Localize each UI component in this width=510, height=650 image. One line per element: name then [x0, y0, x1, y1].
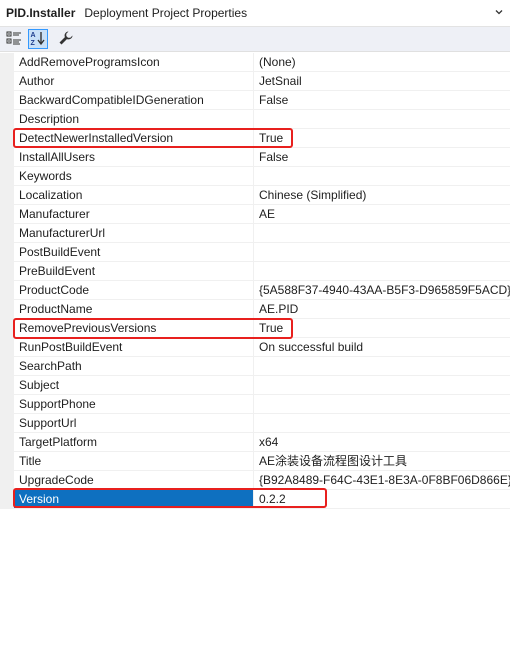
property-value[interactable] [253, 243, 510, 261]
svg-text:Z: Z [31, 40, 36, 46]
property-value[interactable]: On successful build [253, 338, 510, 356]
property-name[interactable]: SupportUrl [14, 414, 253, 432]
property-row[interactable]: Subject [14, 376, 510, 395]
property-name[interactable]: Description [14, 110, 253, 128]
property-row[interactable]: BackwardCompatibleIDGeneration False [14, 91, 510, 110]
property-name[interactable]: Title [14, 452, 253, 470]
property-name[interactable]: Keywords [14, 167, 253, 185]
categorized-button[interactable] [4, 29, 24, 49]
property-name[interactable]: Subject [14, 376, 253, 394]
property-row[interactable]: ProductCode {5A588F37-4940-43AA-B5F3-D965… [14, 281, 510, 300]
property-row[interactable]: Title AE涂装设备流程图设计工具 [14, 452, 510, 471]
property-name[interactable]: RunPostBuildEvent [14, 338, 253, 356]
property-row[interactable]: UpgradeCode {B92A8489-F64C-43E1-8E3A-0F8B… [14, 471, 510, 490]
property-value[interactable] [253, 395, 510, 413]
object-selector[interactable]: PID.Installer Deployment Project Propert… [0, 0, 510, 27]
property-name[interactable]: AddRemoveProgramsIcon [14, 53, 253, 71]
alphabetical-sort-icon: A Z [30, 30, 46, 49]
property-value[interactable]: AE [253, 205, 510, 223]
property-name[interactable]: PreBuildEvent [14, 262, 253, 280]
svg-text:A: A [31, 32, 36, 39]
property-toolbar: A Z [0, 27, 510, 52]
property-name[interactable]: InstallAllUsers [14, 148, 253, 166]
property-name[interactable]: Localization [14, 186, 253, 204]
property-value[interactable]: False [253, 148, 510, 166]
property-value[interactable]: x64 [253, 433, 510, 451]
property-row[interactable]: Description [14, 110, 510, 129]
property-row[interactable]: PreBuildEvent [14, 262, 510, 281]
property-value[interactable]: True [253, 319, 510, 337]
property-name[interactable]: SupportPhone [14, 395, 253, 413]
grid-gutter [0, 53, 14, 509]
property-row[interactable]: Localization Chinese (Simplified) [14, 186, 510, 205]
property-name[interactable]: Author [14, 72, 253, 90]
property-value[interactable] [253, 262, 510, 280]
property-name[interactable]: DetectNewerInstalledVersion [14, 129, 253, 147]
property-value[interactable]: JetSnail [253, 72, 510, 90]
object-type: Deployment Project Properties [84, 6, 248, 20]
property-value[interactable]: {B92A8489-F64C-43E1-8E3A-0F8BF06D866E} [253, 471, 510, 489]
property-name[interactable]: ProductCode [14, 281, 253, 299]
property-value[interactable]: AE涂装设备流程图设计工具 [253, 452, 510, 470]
property-name[interactable]: Manufacturer [14, 205, 253, 223]
property-grid[interactable]: AddRemoveProgramsIcon (None) Author JetSnai… [0, 53, 510, 650]
property-name[interactable]: ProductName [14, 300, 253, 318]
property-row[interactable]: SupportUrl [14, 414, 510, 433]
property-row[interactable]: RemovePreviousVersions True [14, 319, 510, 338]
property-row[interactable]: DetectNewerInstalledVersion True [14, 129, 510, 148]
property-value[interactable]: False [253, 91, 510, 109]
property-value[interactable] [253, 357, 510, 375]
property-value[interactable] [253, 414, 510, 432]
property-row[interactable]: Keywords [14, 167, 510, 186]
wrench-icon [58, 30, 74, 49]
property-row[interactable]: ManufacturerUrl [14, 224, 510, 243]
categorized-icon [6, 30, 22, 49]
property-value[interactable]: {5A588F37-4940-43AA-B5F3-D965859F5ACD} [253, 281, 510, 299]
property-name[interactable]: TargetPlatform [14, 433, 253, 451]
property-value[interactable] [253, 376, 510, 394]
chevron-down-icon[interactable] [494, 7, 504, 17]
property-name[interactable]: BackwardCompatibleIDGeneration [14, 91, 253, 109]
property-value[interactable] [253, 224, 510, 242]
property-value[interactable] [253, 110, 510, 128]
property-value[interactable]: 0.2.2 [253, 490, 510, 508]
property-row[interactable]: SupportPhone [14, 395, 510, 414]
property-row[interactable]: TargetPlatform x64 [14, 433, 510, 452]
property-name[interactable]: Version [14, 490, 253, 508]
property-value[interactable]: AE.PID [253, 300, 510, 318]
property-row[interactable]: ProductName AE.PID [14, 300, 510, 319]
property-row[interactable]: RunPostBuildEvent On successful build [14, 338, 510, 357]
property-row[interactable]: PostBuildEvent [14, 243, 510, 262]
property-name[interactable]: RemovePreviousVersions [14, 319, 253, 337]
property-row[interactable]: Manufacturer AE [14, 205, 510, 224]
property-value[interactable]: True [253, 129, 510, 147]
alphabetical-button[interactable]: A Z [28, 29, 48, 49]
property-value[interactable]: Chinese (Simplified) [253, 186, 510, 204]
property-value[interactable]: (None) [253, 53, 510, 71]
property-row[interactable]: InstallAllUsers False [14, 148, 510, 167]
property-name[interactable]: UpgradeCode [14, 471, 253, 489]
object-name: PID.Installer [6, 6, 76, 20]
property-row[interactable]: SearchPath [14, 357, 510, 376]
property-name[interactable]: ManufacturerUrl [14, 224, 253, 242]
property-row[interactable]: Version 0.2.2 [14, 490, 510, 509]
property-row[interactable]: Author JetSnail [14, 72, 510, 91]
property-name[interactable]: PostBuildEvent [14, 243, 253, 261]
property-value[interactable] [253, 167, 510, 185]
property-row[interactable]: AddRemoveProgramsIcon (None) [14, 53, 510, 72]
property-pages-button[interactable] [56, 29, 76, 49]
property-name[interactable]: SearchPath [14, 357, 253, 375]
